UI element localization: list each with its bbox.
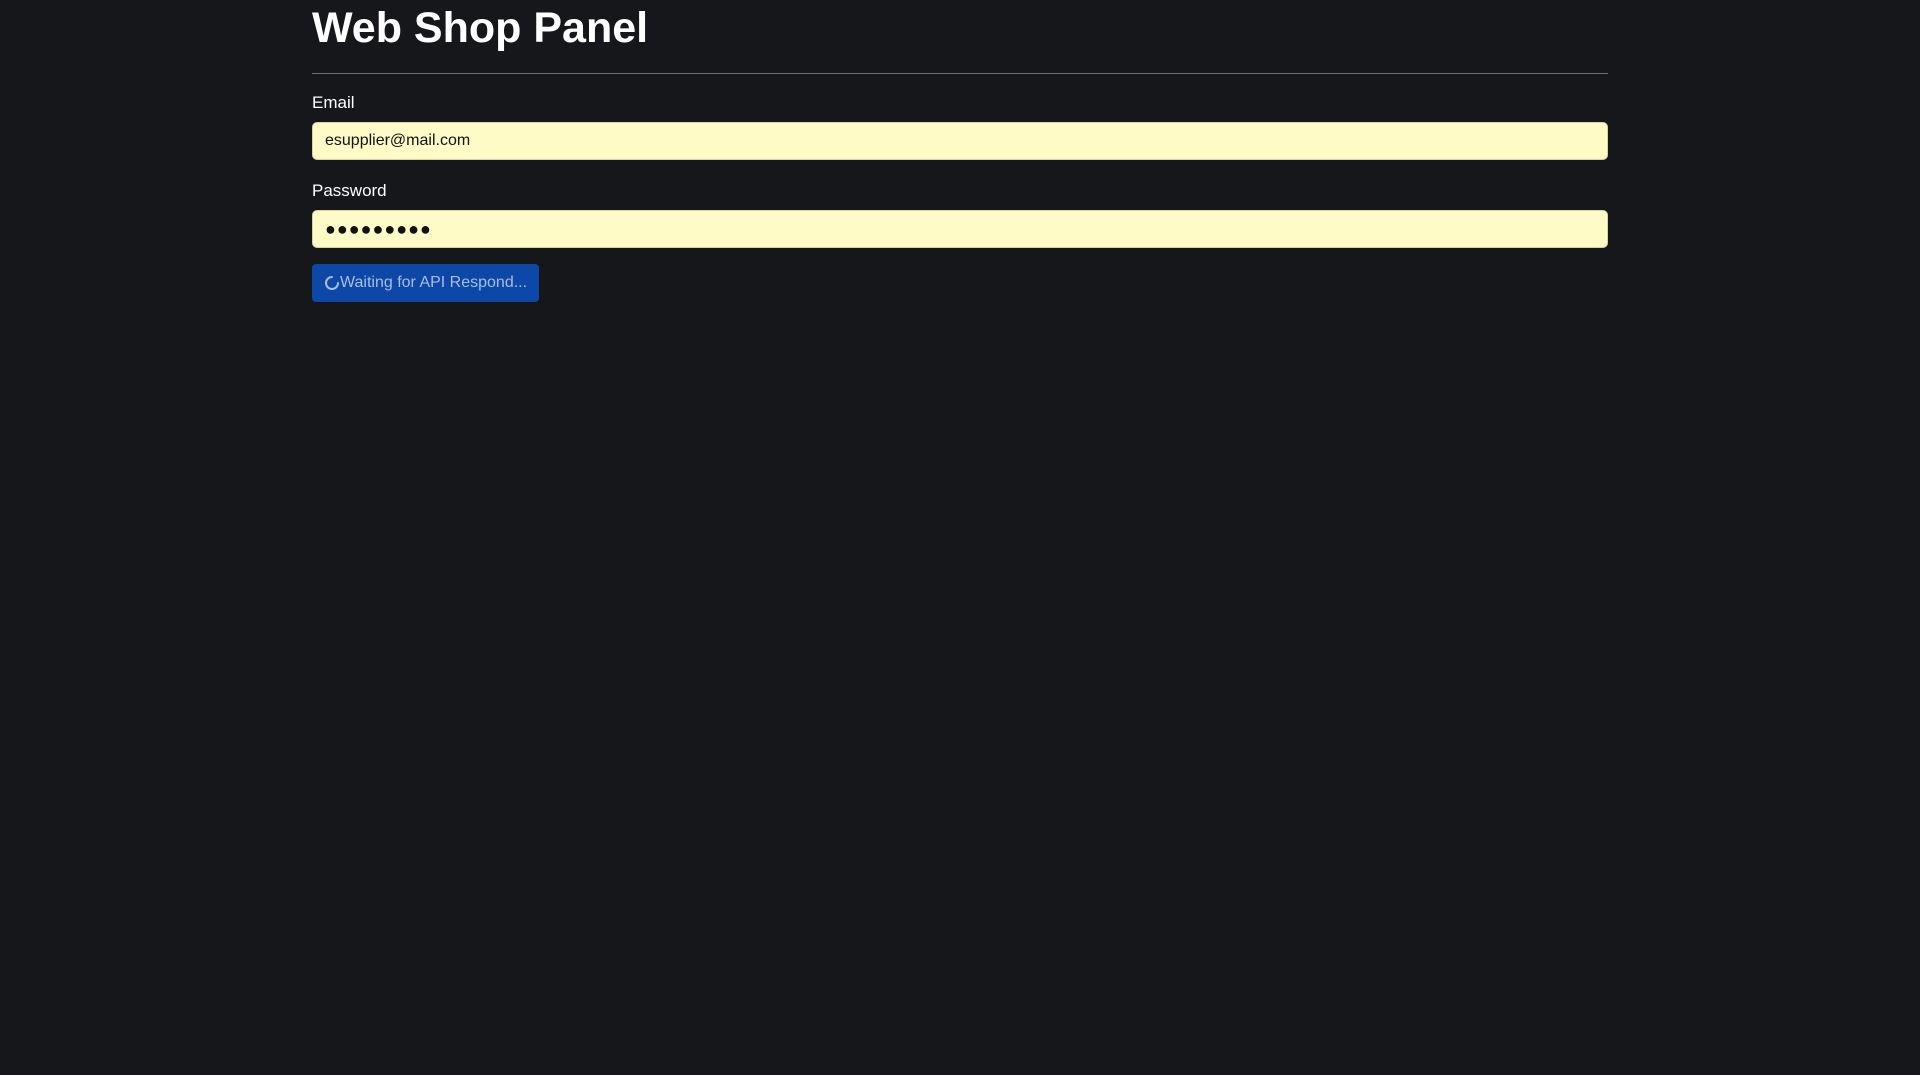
email-field[interactable]: [312, 122, 1608, 160]
page-title: Web Shop Panel: [312, 4, 649, 52]
title-divider: [312, 73, 1608, 74]
submit-button[interactable]: Waiting for API Respond...: [312, 264, 540, 302]
login-panel: Web Shop Panel Email Password Waiting fo…: [312, 0, 1608, 302]
spinner-icon: [324, 275, 340, 291]
submit-button-label: Waiting for API Respond...: [340, 274, 528, 291]
email-group: Email: [312, 93, 1608, 160]
password-field[interactable]: [312, 210, 1608, 248]
email-label: Email: [312, 93, 355, 112]
password-label: Password: [312, 181, 387, 200]
password-group: Password: [312, 181, 1608, 248]
login-form: Email Password Waiting for API Respond..…: [312, 93, 1608, 302]
